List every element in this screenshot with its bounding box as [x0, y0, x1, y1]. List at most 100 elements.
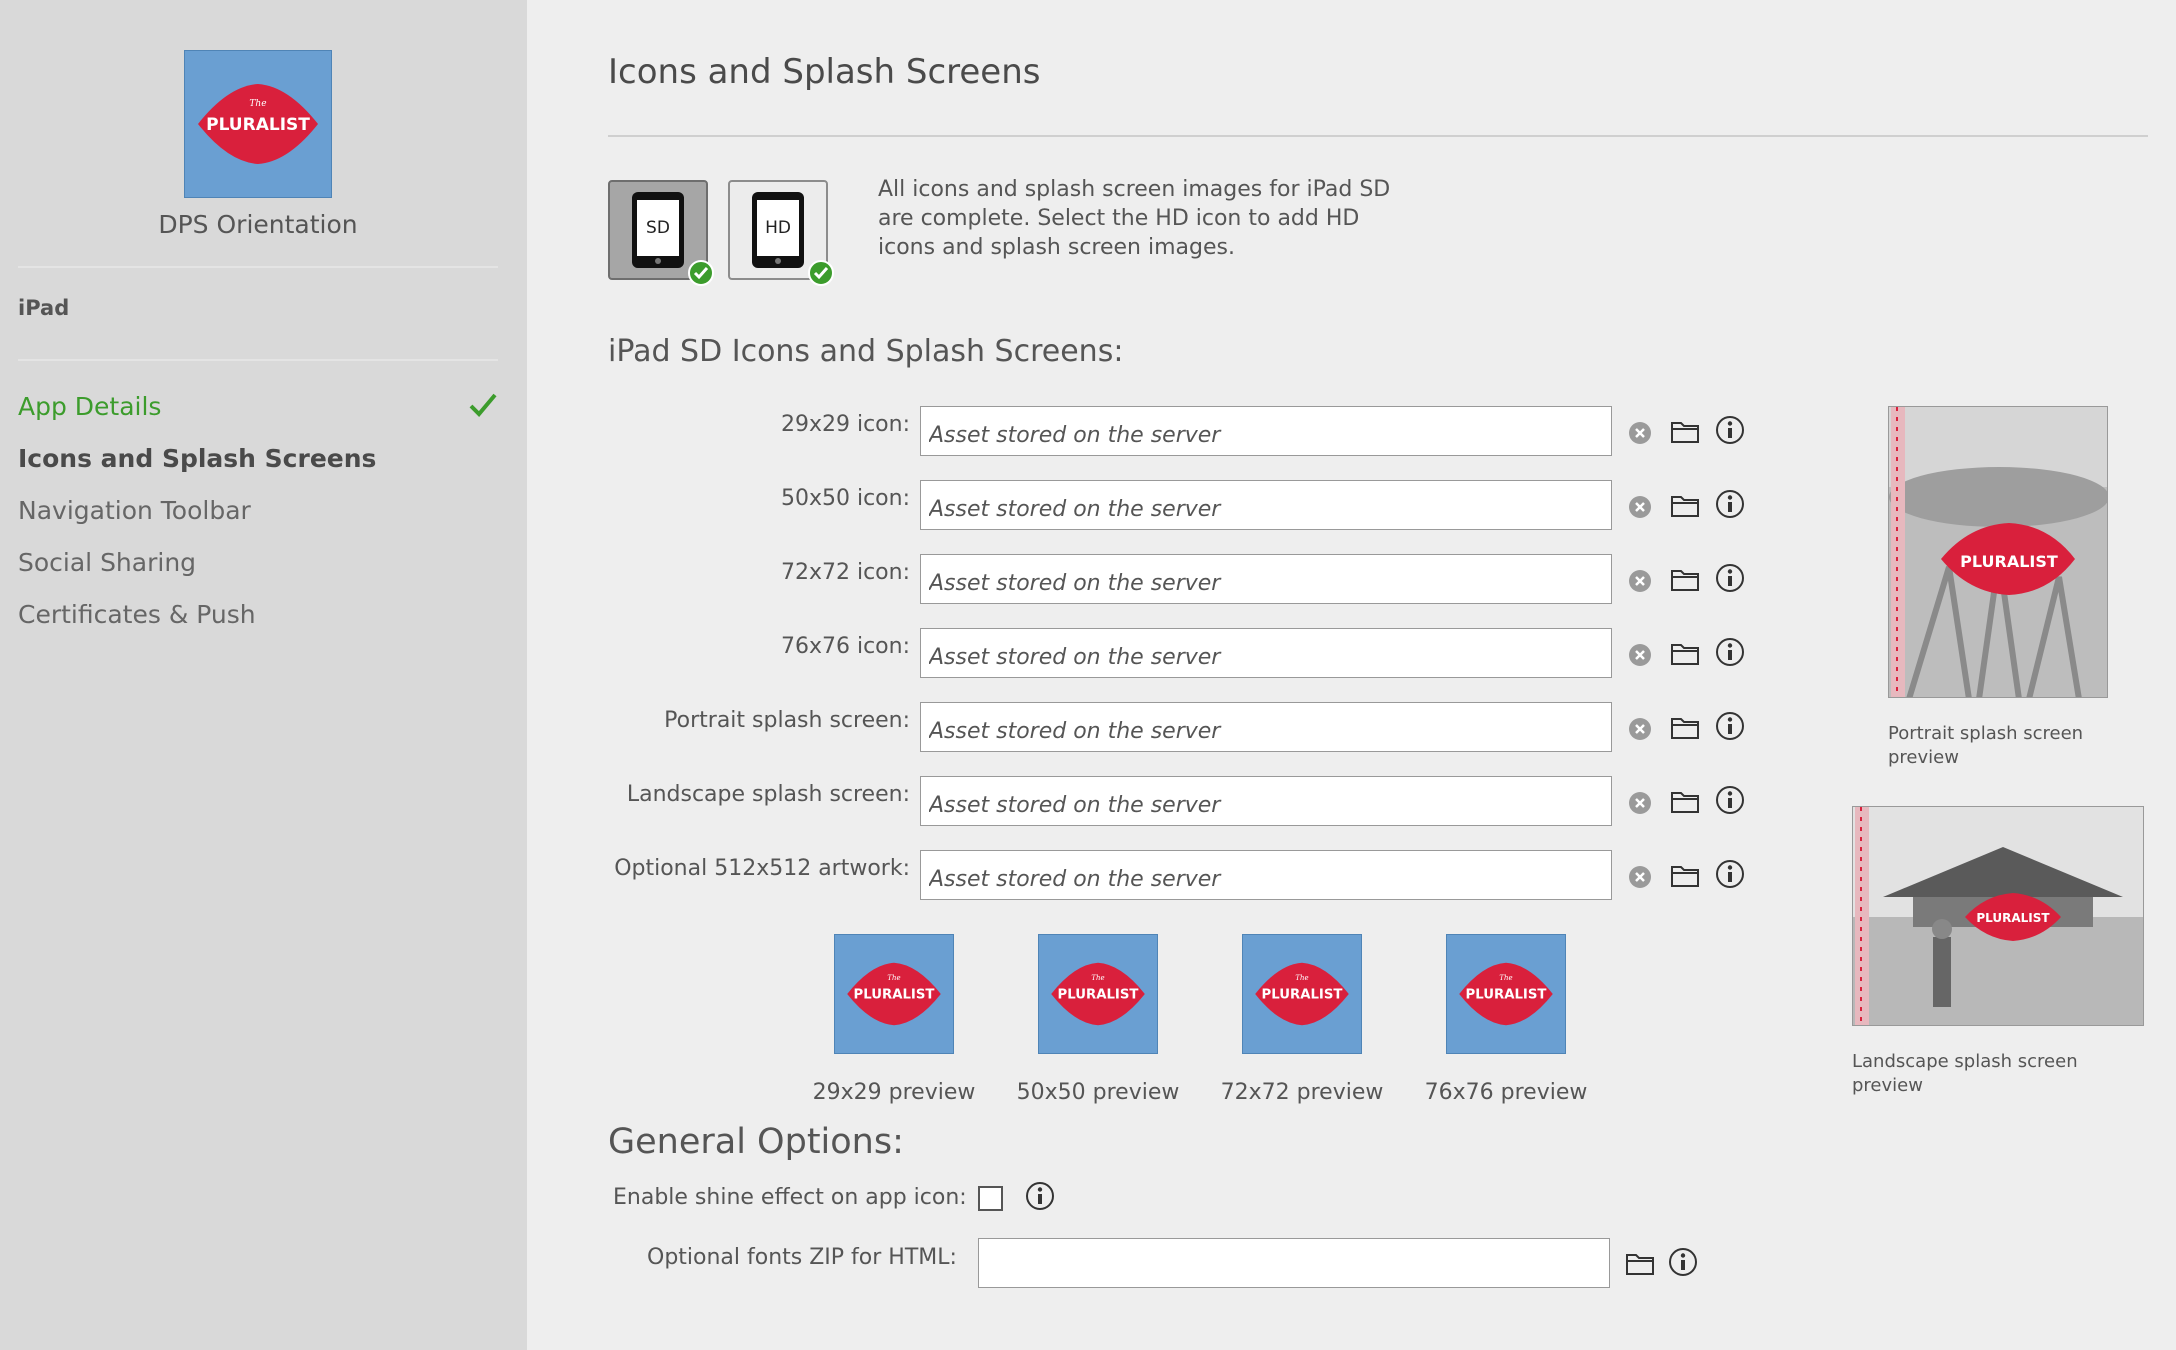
asset-label: 76x76 icon: — [780, 634, 910, 659]
pluralist-logo-icon: The PLURALIST — [1255, 962, 1349, 1026]
clear-icon[interactable] — [1628, 865, 1652, 889]
clear-icon[interactable] — [1628, 643, 1652, 667]
sidebar-item-icons-splash[interactable]: Icons and Splash Screens — [18, 444, 498, 484]
landscape-preview-caption: Landscape splash screen preview — [1852, 1051, 2078, 1096]
info-icon[interactable] — [1025, 1181, 1055, 1211]
folder-icon[interactable] — [1670, 492, 1700, 518]
sidebar-item-app-details[interactable]: App Details — [18, 392, 498, 432]
device-label-hd: HD — [757, 200, 799, 256]
sidebar-item-social-sharing[interactable]: Social Sharing — [18, 548, 498, 588]
svg-text:PLURALIST: PLURALIST — [1960, 552, 2058, 571]
info-icon[interactable] — [1668, 1247, 1698, 1277]
pluralist-logo-icon: The PLURALIST — [1459, 962, 1553, 1026]
shine-checkbox[interactable] — [978, 1186, 1003, 1211]
landscape-splash-image: PLURALIST — [1853, 807, 2143, 1025]
sidebar-divider — [18, 266, 498, 268]
info-icon[interactable] — [1715, 489, 1745, 519]
pluralist-logo-icon: The PLURALIST — [847, 962, 941, 1026]
sidebar: The PLURALIST DPS Orientation iPad App D… — [0, 0, 527, 1350]
svg-text:PLURALIST: PLURALIST — [854, 988, 935, 1003]
info-icon[interactable] — [1715, 859, 1745, 889]
clear-icon[interactable] — [1628, 495, 1652, 519]
folder-icon[interactable] — [1625, 1250, 1655, 1276]
folder-icon[interactable] — [1670, 640, 1700, 666]
folder-icon[interactable] — [1670, 862, 1700, 888]
sd-device-button[interactable]: SD — [608, 180, 714, 286]
folder-icon[interactable] — [1670, 714, 1700, 740]
device-label: iPad — [18, 296, 70, 320]
shine-label: Enable shine effect on app icon: — [613, 1185, 967, 1210]
clear-icon[interactable] — [1628, 569, 1652, 593]
svg-text:PLURALIST: PLURALIST — [206, 115, 310, 135]
asset-field-landscape[interactable] — [920, 776, 1612, 826]
preview-label: 72x72 preview — [1220, 1080, 1384, 1105]
asset-field-50[interactable] — [920, 480, 1612, 530]
folder-icon[interactable] — [1670, 566, 1700, 592]
sidebar-item-label: Navigation Toolbar — [18, 496, 251, 525]
app-name: DPS Orientation — [158, 210, 358, 239]
asset-label: 29x29 icon: — [780, 412, 910, 437]
asset-field-portrait[interactable] — [920, 702, 1612, 752]
app-logo: The PLURALIST — [184, 50, 332, 198]
complete-check-icon — [808, 260, 834, 286]
info-icon[interactable] — [1715, 711, 1745, 741]
folder-icon[interactable] — [1670, 418, 1700, 444]
page-title: Icons and Splash Screens — [608, 52, 1041, 92]
preview-label: 50x50 preview — [1016, 1080, 1180, 1105]
svg-text:The: The — [1499, 973, 1512, 982]
hd-device-button[interactable]: HD — [728, 180, 834, 286]
info-icon[interactable] — [1715, 637, 1745, 667]
complete-check-icon — [688, 260, 714, 286]
fonts-zip-field[interactable] — [978, 1238, 1610, 1288]
svg-text:PLURALIST: PLURALIST — [1058, 988, 1139, 1003]
clear-icon[interactable] — [1628, 717, 1652, 741]
asset-label: Optional 512x512 artwork: — [614, 856, 910, 881]
sidebar-item-label: App Details — [18, 392, 162, 421]
svg-text:The: The — [249, 99, 266, 109]
folder-icon[interactable] — [1670, 788, 1700, 814]
icon-preview-29: The PLURALIST — [834, 934, 954, 1054]
sidebar-item-navigation-toolbar[interactable]: Navigation Toolbar — [18, 496, 498, 536]
clear-icon[interactable] — [1628, 791, 1652, 815]
pluralist-logo-icon: The PLURALIST — [1051, 962, 1145, 1026]
preview-label: 76x76 preview — [1424, 1080, 1588, 1105]
asset-field-29[interactable] — [920, 406, 1612, 456]
landscape-splash-preview: PLURALIST — [1852, 806, 2144, 1026]
general-options-heading: General Options: — [608, 1122, 904, 1162]
svg-text:PLURALIST: PLURALIST — [1976, 911, 2050, 925]
icon-preview-76: The PLURALIST — [1446, 934, 1566, 1054]
fonts-zip-label: Optional fonts ZIP for HTML: — [647, 1245, 957, 1270]
pluralist-logo-icon: The PLURALIST — [198, 84, 318, 164]
sidebar-item-label: Icons and Splash Screens — [18, 444, 377, 473]
portrait-preview-caption: Portrait splash screen preview — [1888, 723, 2084, 768]
section-heading: iPad SD Icons and Splash Screens: — [608, 334, 1124, 369]
asset-label: Landscape splash screen: — [626, 782, 910, 807]
preview-label: 29x29 preview — [812, 1080, 976, 1105]
sidebar-divider — [18, 359, 498, 361]
asset-field-artwork[interactable] — [920, 850, 1612, 900]
asset-field-76[interactable] — [920, 628, 1612, 678]
asset-field-72[interactable] — [920, 554, 1612, 604]
svg-text:The: The — [1295, 973, 1308, 982]
portrait-splash-preview: PLURALIST — [1888, 406, 2108, 698]
completion-message: All icons and splash screen images for i… — [878, 177, 1391, 260]
info-icon[interactable] — [1715, 563, 1745, 593]
asset-label: Portrait splash screen: — [664, 708, 910, 733]
checkmark-icon — [469, 393, 497, 417]
svg-text:PLURALIST: PLURALIST — [1262, 988, 1343, 1003]
svg-text:PLURALIST: PLURALIST — [1466, 988, 1547, 1003]
ipad-icon: HD — [752, 192, 804, 268]
sidebar-item-certificates-push[interactable]: Certificates & Push — [18, 600, 498, 640]
portrait-splash-image: PLURALIST — [1889, 407, 2107, 697]
icon-preview-50: The PLURALIST — [1038, 934, 1158, 1054]
info-icon[interactable] — [1715, 415, 1745, 445]
icon-preview-72: The PLURALIST — [1242, 934, 1362, 1054]
info-icon[interactable] — [1715, 785, 1745, 815]
sidebar-item-label: Certificates & Push — [18, 600, 256, 629]
device-label-sd: SD — [637, 200, 679, 256]
title-divider — [608, 135, 2148, 137]
asset-label: 72x72 icon: — [780, 560, 910, 585]
asset-label: 50x50 icon: — [780, 486, 910, 511]
svg-text:The: The — [887, 973, 900, 982]
clear-icon[interactable] — [1628, 421, 1652, 445]
